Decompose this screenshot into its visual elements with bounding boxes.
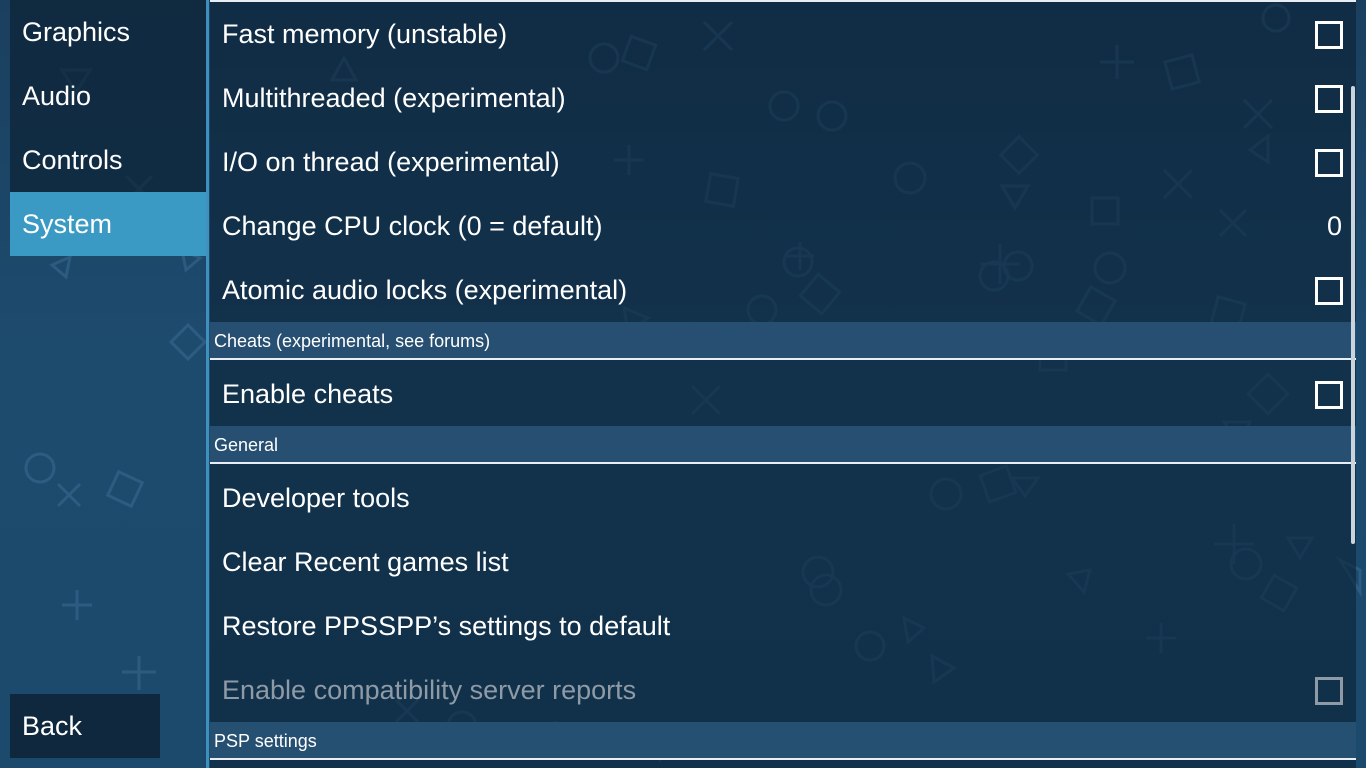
section-underline	[210, 358, 1356, 360]
section-title: PSP settings	[214, 731, 317, 751]
setting-label: Multithreaded (experimental)	[222, 83, 566, 113]
setting-restore-defaults[interactable]: Restore PPSSPP’s settings to default	[210, 594, 1356, 658]
settings-tab-list: Graphics Audio Controls System	[10, 0, 208, 256]
setting-label: Enable compatibility server reports	[222, 675, 637, 705]
section-underline	[210, 462, 1356, 464]
tab-divider	[206, 0, 209, 768]
scrollbar[interactable]	[1351, 86, 1355, 544]
checkbox-io-on-thread[interactable]	[1315, 149, 1343, 177]
setting-label: Restore PPSSPP’s settings to default	[222, 611, 671, 641]
setting-label: Change CPU clock (0 = default)	[222, 211, 603, 241]
tab-system[interactable]: System	[10, 192, 208, 256]
setting-label: Developer tools	[222, 483, 410, 513]
section-title: General	[214, 435, 279, 455]
setting-label: Atomic audio locks (experimental)	[222, 275, 628, 305]
setting-cpu-clock[interactable]: Change CPU clock (0 = default) 0	[210, 194, 1356, 258]
setting-compat-server-reports: Enable compatibility server reports	[210, 658, 1356, 722]
section-underline	[210, 758, 1356, 760]
section-title: Cheats (experimental, see forums)	[214, 331, 491, 351]
section-header-general: General	[210, 426, 1356, 464]
checkbox-atomic-audio-locks[interactable]	[1315, 277, 1343, 305]
checkbox-compat-server-reports	[1315, 677, 1343, 705]
setting-label: Fast memory (unstable)	[222, 19, 508, 49]
setting-enable-cheats[interactable]: Enable cheats	[210, 362, 1356, 426]
setting-label: I/O on thread (experimental)	[222, 147, 560, 177]
system-settings-panel: Fast memory (unstable) Multithreaded (ex…	[210, 0, 1356, 768]
setting-label: Clear Recent games list	[222, 547, 509, 577]
tab-label: Audio	[22, 81, 92, 111]
section-header-psp-settings: PSP settings	[210, 722, 1356, 760]
setting-developer-tools[interactable]: Developer tools	[210, 466, 1356, 530]
setting-clear-recent-games[interactable]: Clear Recent games list	[210, 530, 1356, 594]
cpu-clock-value: 0	[1326, 211, 1342, 241]
tab-label: Graphics	[22, 17, 131, 47]
tab-label: Controls	[22, 145, 123, 175]
tab-controls[interactable]: Controls	[10, 128, 208, 192]
checkbox-fast-memory[interactable]	[1315, 21, 1343, 49]
setting-multithreaded[interactable]: Multithreaded (experimental)	[210, 66, 1356, 130]
setting-io-on-thread[interactable]: I/O on thread (experimental)	[210, 130, 1356, 194]
tab-graphics[interactable]: Graphics	[10, 0, 208, 64]
back-button[interactable]: Back	[10, 694, 160, 758]
section-header-cheats: Cheats (experimental, see forums)	[210, 322, 1356, 360]
tab-label: System	[22, 209, 113, 239]
tab-audio[interactable]: Audio	[10, 64, 208, 128]
checkbox-multithreaded[interactable]	[1315, 85, 1343, 113]
setting-atomic-audio-locks[interactable]: Atomic audio locks (experimental)	[210, 258, 1356, 322]
setting-label: Enable cheats	[222, 379, 394, 409]
setting-fast-memory[interactable]: Fast memory (unstable)	[210, 2, 1356, 66]
checkbox-enable-cheats[interactable]	[1315, 381, 1343, 409]
